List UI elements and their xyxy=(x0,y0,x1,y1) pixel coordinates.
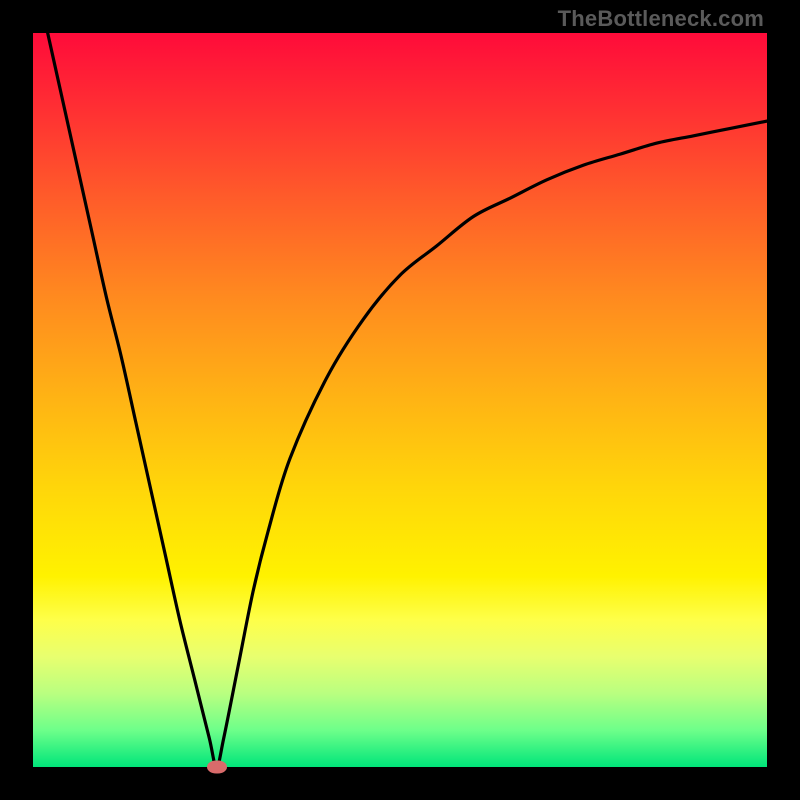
bottleneck-curve xyxy=(33,33,767,767)
chart-frame: TheBottleneck.com xyxy=(0,0,800,800)
plot-area xyxy=(33,33,767,767)
attribution-text: TheBottleneck.com xyxy=(558,6,764,32)
minimum-marker xyxy=(207,761,227,774)
